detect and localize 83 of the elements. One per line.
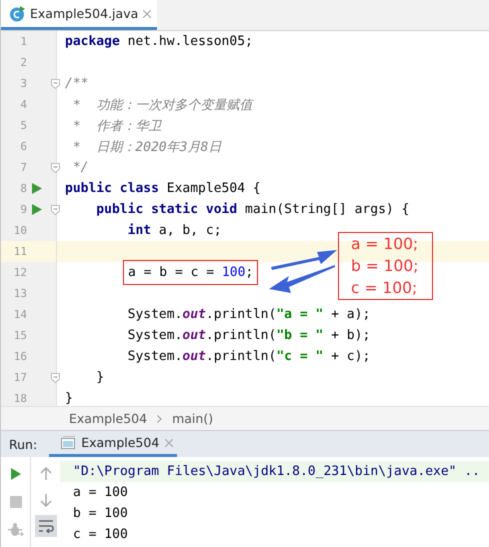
run-tab[interactable]: Example504	[49, 431, 178, 457]
line-number: 8	[19, 182, 27, 195]
arrow-right	[271, 250, 337, 270]
console-command: "D:\Program Files\Java\jdk1.8.0_231\bin\java.exe" ..	[60, 461, 489, 482]
line-number: 18	[12, 392, 27, 405]
code-text: }	[95, 370, 104, 385]
note-text: b = 100;	[351, 256, 420, 277]
code-text: + b);	[330, 328, 370, 343]
line-number: 16	[12, 350, 27, 363]
close-icon[interactable]	[165, 438, 174, 446]
line-number: 5	[19, 119, 27, 132]
code-text: + a);	[330, 307, 370, 322]
note-text: a = 100;	[351, 234, 420, 255]
code-text: main(String[] args) {	[244, 202, 410, 217]
console-output: b = 100	[72, 505, 129, 523]
arrow-up-icon	[40, 467, 52, 481]
code-text: }	[65, 391, 73, 406]
line-number: 10	[12, 224, 27, 237]
code-text: .println(	[206, 349, 276, 364]
line-number: 1	[19, 35, 27, 48]
run-icon	[10, 467, 22, 481]
fold-icon[interactable]	[51, 163, 60, 173]
code-text: .println(	[206, 328, 276, 343]
code-text: int	[126, 223, 152, 238]
code-text: out	[182, 349, 206, 364]
code-text: .println(	[206, 307, 276, 322]
run-label: Run:	[8, 436, 38, 452]
code-text: "c = "	[276, 349, 324, 364]
line-number: 4	[19, 98, 27, 111]
wrap-button[interactable]	[34, 515, 56, 537]
code-text: 100	[222, 265, 246, 280]
line-number: 13	[12, 287, 27, 300]
arrow-left	[269, 265, 335, 293]
code-text: public class	[65, 181, 159, 196]
file-tab[interactable]: Example504.java	[1, 0, 158, 30]
code-text: "a = "	[276, 307, 324, 322]
code-comment: * 日期：2020年3月8日	[72, 138, 222, 156]
code-text: + c);	[330, 349, 370, 364]
line-number: 9	[19, 203, 27, 216]
code-text: System.	[126, 328, 182, 343]
code-comment: */	[72, 160, 88, 175]
breadcrumb[interactable]: Example504	[69, 411, 148, 426]
line-number: 7	[19, 161, 27, 174]
line-number: 17	[12, 371, 27, 384]
fold-icon[interactable]	[51, 79, 60, 89]
breadcrumb[interactable]: main()	[172, 411, 214, 426]
soft-wrap-icon	[38, 519, 54, 533]
code-text: a, b, c;	[158, 223, 222, 238]
code-comment: /**	[65, 76, 88, 91]
chevron-right-icon	[157, 414, 162, 422]
code-text: package	[65, 34, 120, 49]
code-text: ;	[245, 265, 254, 280]
stop-icon	[10, 496, 22, 508]
code-text: out	[182, 307, 206, 322]
line-number: 3	[19, 77, 27, 90]
code-text: public static void	[95, 202, 238, 217]
console-icon	[61, 436, 76, 449]
arrow-down-icon	[40, 493, 52, 507]
code-comment: * 功能：一次对多个变量赋值	[72, 96, 252, 114]
run-icon[interactable]	[32, 183, 42, 194]
close-icon[interactable]	[143, 10, 152, 18]
line-number: 6	[19, 140, 27, 153]
code-text: out	[182, 328, 206, 343]
note-text: c = 100;	[351, 278, 418, 299]
fold-icon[interactable]	[51, 205, 60, 215]
code-text: "b = "	[276, 328, 324, 343]
java-class-icon	[9, 6, 25, 22]
line-number: 14	[12, 308, 27, 321]
bug-icon	[8, 522, 24, 538]
code-text: Example504 {	[166, 181, 261, 196]
code-text: System.	[126, 349, 182, 364]
code-comment: * 作者：华卫	[72, 118, 162, 134]
line-number: 11	[12, 245, 27, 258]
console-output: a = 100	[72, 484, 129, 502]
run-icon[interactable]	[32, 204, 42, 215]
line-number: 2	[19, 56, 27, 69]
line-number: 15	[12, 329, 27, 342]
console-output: c = 100	[72, 526, 129, 544]
code-text: System.	[126, 307, 182, 322]
code-text: a = b = c =	[128, 265, 216, 280]
line-number: 12	[12, 266, 27, 279]
fold-icon[interactable]	[51, 373, 60, 383]
code-text: net.hw.lesson05;	[126, 34, 253, 49]
